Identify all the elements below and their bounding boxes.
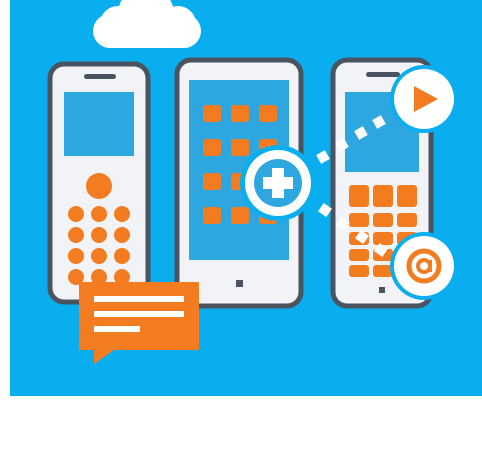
plus-bubble-icon [240, 145, 316, 221]
keypad-phone-icon [47, 61, 151, 305]
illustration [10, 0, 482, 396]
at-sign-bubble-icon [390, 232, 458, 300]
play-bubble-icon [390, 65, 458, 133]
